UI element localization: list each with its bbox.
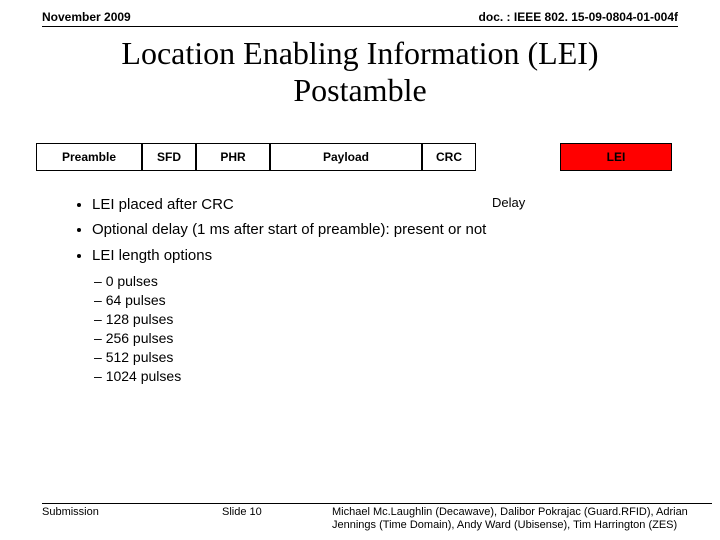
length-option: 1024 pulses: [94, 368, 720, 384]
delay-label: Delay: [492, 195, 525, 210]
packet-structure: Preamble SFD PHR Payload CRC LEI: [36, 143, 720, 171]
bullet-list: LEI placed after CRC Optional delay (1 m…: [74, 195, 720, 266]
field-preamble: Preamble: [36, 143, 142, 171]
length-option: 128 pulses: [94, 311, 720, 327]
field-payload: Payload: [270, 143, 422, 171]
field-crc: CRC: [422, 143, 476, 171]
length-option: 64 pulses: [94, 292, 720, 308]
bullet-item: LEI length options: [92, 246, 720, 266]
header-rule: [42, 26, 678, 27]
title-line2: Postamble: [293, 72, 426, 108]
footer-authors: Michael Mc.Laughlin (Decawave), Dalibor …: [332, 506, 712, 532]
footer-rule: [42, 503, 712, 504]
field-gap: [476, 143, 560, 171]
length-option: 256 pulses: [94, 330, 720, 346]
header-docref: doc. : IEEE 802. 15-09-0804-01-004f: [479, 10, 678, 24]
field-phr: PHR: [196, 143, 270, 171]
bullet-item: Optional delay (1 ms after start of prea…: [92, 220, 720, 240]
page-title: Location Enabling Information (LEI) Post…: [20, 35, 700, 109]
field-lei: LEI: [560, 143, 672, 171]
footer-slide-number: Slide 10: [222, 506, 332, 518]
field-sfd: SFD: [142, 143, 196, 171]
length-option: 0 pulses: [94, 273, 720, 289]
content-area: Delay LEI placed after CRC Optional dela…: [74, 195, 720, 385]
title-line1: Location Enabling Information (LEI): [121, 35, 598, 71]
header: November 2009 doc. : IEEE 802. 15-09-080…: [0, 0, 720, 24]
length-option: 512 pulses: [94, 349, 720, 365]
footer: Submission Slide 10 Michael Mc.Laughlin …: [0, 503, 720, 532]
footer-left: Submission: [42, 506, 222, 518]
bullet-item: LEI placed after CRC: [92, 195, 720, 215]
length-options-list: 0 pulses 64 pulses 128 pulses 256 pulses…: [94, 273, 720, 384]
header-date: November 2009: [42, 10, 131, 24]
